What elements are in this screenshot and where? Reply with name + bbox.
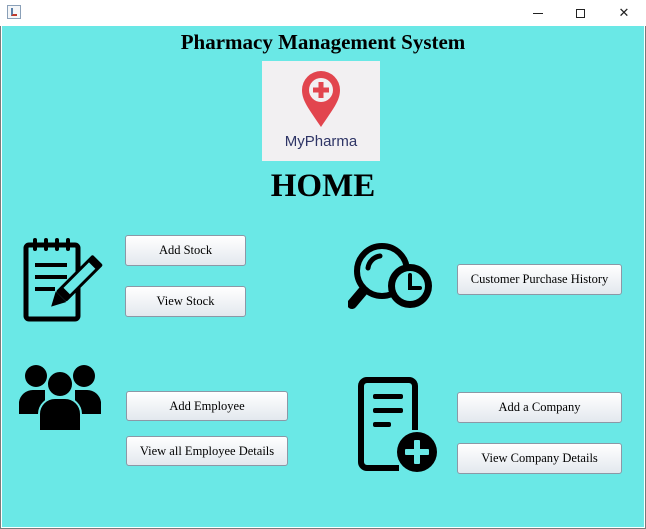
view-stock-button[interactable]: View Stock [125,286,246,317]
view-all-employee-details-button[interactable]: View all Employee Details [126,436,288,466]
notepad-pencil-icon [23,238,103,322]
minimize-button[interactable] [515,0,561,26]
java-app-icon [7,5,21,19]
add-stock-button[interactable]: Add Stock [125,235,246,266]
title-bar: ✕ [0,0,646,26]
maximize-button[interactable] [557,0,603,26]
maximize-icon [575,8,585,18]
customer-purchase-history-button[interactable]: Customer Purchase History [457,264,622,295]
add-employee-button[interactable]: Add Employee [126,391,288,421]
logo-text: MyPharma [284,133,358,150]
add-company-button[interactable]: Add a Company [457,392,622,423]
group-people-icon [19,365,101,432]
document-add-icon [358,377,437,472]
page-title: Pharmacy Management System [180,30,466,54]
pharmacy-location-pin-icon [302,71,340,127]
search-clock-icon [348,243,432,309]
home-heading: HOME [270,168,376,204]
mypharma-logo: MyPharma [262,61,380,161]
view-company-details-button[interactable]: View Company Details [457,443,622,474]
window-border-left [0,26,1,529]
minimize-icon [533,12,543,14]
close-button[interactable]: ✕ [601,0,646,26]
close-icon: ✕ [618,5,630,21]
